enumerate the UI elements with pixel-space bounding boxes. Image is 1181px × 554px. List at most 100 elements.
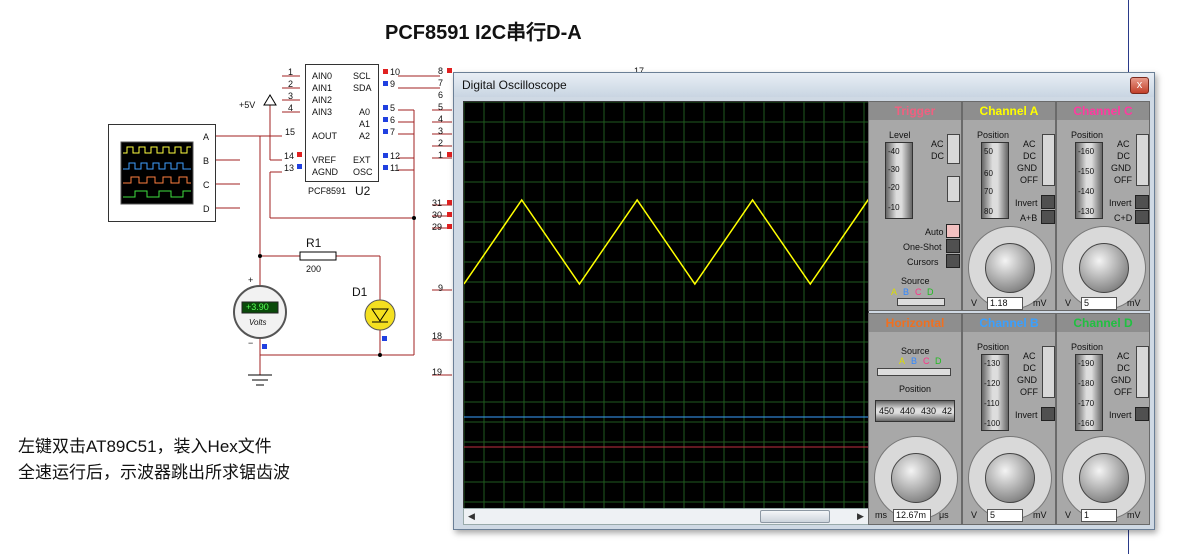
trigger-cursors: Cursors	[907, 257, 939, 267]
source-d[interactable]: D	[927, 287, 934, 297]
chip-pin-6-num: 6	[390, 115, 396, 125]
chip-ref: U2	[355, 184, 371, 198]
horizontal-scrollbar[interactable]: ◀ ▶	[463, 508, 869, 525]
channel-d-off[interactable]: OFF	[1114, 387, 1132, 397]
channel-d-dc[interactable]: DC	[1117, 363, 1130, 373]
scale-label: -30	[888, 165, 900, 174]
channel-a-position-tape[interactable]: 50 60 70 80	[981, 142, 1009, 219]
horizontal-position-tape[interactable]: 450 440 430 42	[875, 400, 955, 422]
channel-a-off[interactable]: OFF	[1020, 175, 1038, 185]
channel-a-sum-button[interactable]	[1041, 210, 1055, 224]
resistor-ref[interactable]: R1	[306, 236, 321, 250]
trigger-ac[interactable]: AC	[931, 139, 944, 149]
diode-ref[interactable]: D1	[352, 285, 367, 299]
scale-label: -180	[1078, 379, 1095, 388]
scope-screen	[463, 101, 927, 509]
scale-label: -120	[984, 379, 1001, 388]
window-title: Digital Oscilloscope	[462, 78, 567, 92]
h-source-d[interactable]: D	[935, 356, 942, 366]
channel-c-dc[interactable]: DC	[1117, 151, 1130, 161]
source-a[interactable]: A	[891, 287, 897, 297]
source-b[interactable]: B	[903, 287, 909, 297]
channel-b-position-label: Position	[977, 342, 1010, 352]
channel-b-unit-right: mV	[1033, 510, 1047, 520]
scroll-left-icon[interactable]: ◀	[465, 510, 478, 522]
edge-pin: 2	[438, 138, 444, 148]
channel-a-gnd[interactable]: GND	[1017, 163, 1037, 173]
channel-a-position-label: Position	[977, 130, 1010, 140]
channel-c-invert-button[interactable]	[1135, 195, 1149, 209]
channel-c-invert: Invert	[1109, 198, 1132, 208]
channel-b-gnd[interactable]: GND	[1017, 375, 1037, 385]
horizontal-source-slider[interactable]	[877, 368, 951, 376]
chip-pin-1-num: 1	[288, 67, 294, 77]
channel-b-knob[interactable]	[985, 453, 1035, 503]
channel-b-off[interactable]: OFF	[1020, 387, 1038, 397]
channel-a-invert-button[interactable]	[1041, 195, 1055, 209]
scroll-right-icon[interactable]: ▶	[854, 510, 867, 522]
scale-label: -130	[1078, 207, 1095, 216]
channel-c-sum-button[interactable]	[1135, 210, 1149, 224]
auto-button[interactable]	[946, 224, 960, 238]
trigger-dc[interactable]: DC	[931, 151, 944, 161]
channel-d-coupling-toggle[interactable]	[1136, 346, 1149, 398]
trigger-title: Trigger	[869, 102, 961, 120]
channel-c-ac[interactable]: AC	[1117, 139, 1130, 149]
scope-channel-b-label: B	[203, 156, 210, 166]
channel-d-knob[interactable]	[1079, 453, 1129, 503]
scale-label: -130	[984, 359, 1001, 368]
channel-d-value[interactable]: 1	[1081, 509, 1117, 522]
channel-c-gnd[interactable]: GND	[1111, 163, 1131, 173]
pin-marker	[297, 152, 302, 157]
channel-b-invert-button[interactable]	[1041, 407, 1055, 421]
h-source-a[interactable]: A	[899, 356, 905, 366]
close-button[interactable]: x	[1130, 77, 1149, 94]
channel-b-dc[interactable]: DC	[1023, 363, 1036, 373]
channel-c-coupling-toggle[interactable]	[1136, 134, 1149, 186]
channel-b-position-tape[interactable]: -130 -120 -110 -100	[981, 354, 1009, 431]
channel-a-coupling-toggle[interactable]	[1042, 134, 1055, 186]
channel-c-panel: Channel C Position -160 -150 -140 -130 A…	[1056, 101, 1150, 311]
edge-pin: 7	[438, 78, 444, 88]
trigger-auto: Auto	[925, 227, 944, 237]
one-shot-button[interactable]	[946, 239, 960, 253]
horizontal-knob[interactable]	[891, 453, 941, 503]
window-titlebar[interactable]: Digital Oscilloscope x	[454, 73, 1154, 97]
trigger-edge-toggle[interactable]	[947, 176, 960, 202]
horizontal-unit-right: μs	[939, 510, 949, 520]
channel-c-value[interactable]: 5	[1081, 297, 1117, 310]
channel-d-position-label: Position	[1071, 342, 1104, 352]
chip-pin-ain3: AIN3	[312, 107, 333, 117]
trigger-level-tape[interactable]: -40 -30 -20 -10	[885, 142, 913, 219]
trigger-coupling-toggle[interactable]	[947, 134, 960, 164]
pin-marker	[447, 68, 452, 73]
channel-d-invert-button[interactable]	[1135, 407, 1149, 421]
h-source-c[interactable]: C	[923, 356, 930, 366]
horizontal-value[interactable]: 12.67m	[893, 509, 931, 522]
scroll-thumb[interactable]	[760, 510, 830, 523]
channel-a-knob[interactable]	[985, 243, 1035, 293]
channel-b-coupling-toggle[interactable]	[1042, 346, 1055, 398]
cursors-button[interactable]	[946, 254, 960, 268]
channel-d-ac[interactable]: AC	[1117, 351, 1130, 361]
channel-c-off[interactable]: OFF	[1114, 175, 1132, 185]
source-c[interactable]: C	[915, 287, 922, 297]
channel-c-position-tape[interactable]: -160 -150 -140 -130	[1075, 142, 1103, 219]
chip-pin-aout: AOUT	[312, 131, 338, 141]
voltmeter-unit: Volts	[249, 318, 267, 327]
channel-a-value[interactable]: 1.18	[987, 297, 1023, 310]
scale-label: 42	[942, 406, 953, 416]
oscilloscope-window[interactable]: Digital Oscilloscope x ◀ ▶ Trigger Level…	[453, 72, 1155, 530]
trigger-source-slider[interactable]	[897, 298, 945, 306]
h-source-b[interactable]: B	[911, 356, 917, 366]
channel-a-ac[interactable]: AC	[1023, 139, 1036, 149]
channel-b-ac[interactable]: AC	[1023, 351, 1036, 361]
channel-c-knob[interactable]	[1079, 243, 1129, 293]
channel-d-position-tape[interactable]: -190 -180 -170 -160	[1075, 354, 1103, 431]
channel-d-gnd[interactable]: GND	[1111, 375, 1131, 385]
scale-label: 70	[984, 187, 993, 196]
channel-b-value[interactable]: 5	[987, 509, 1023, 522]
edge-pin: 4	[438, 114, 444, 124]
channel-c-unit-left: V	[1065, 298, 1072, 308]
channel-a-dc[interactable]: DC	[1023, 151, 1036, 161]
